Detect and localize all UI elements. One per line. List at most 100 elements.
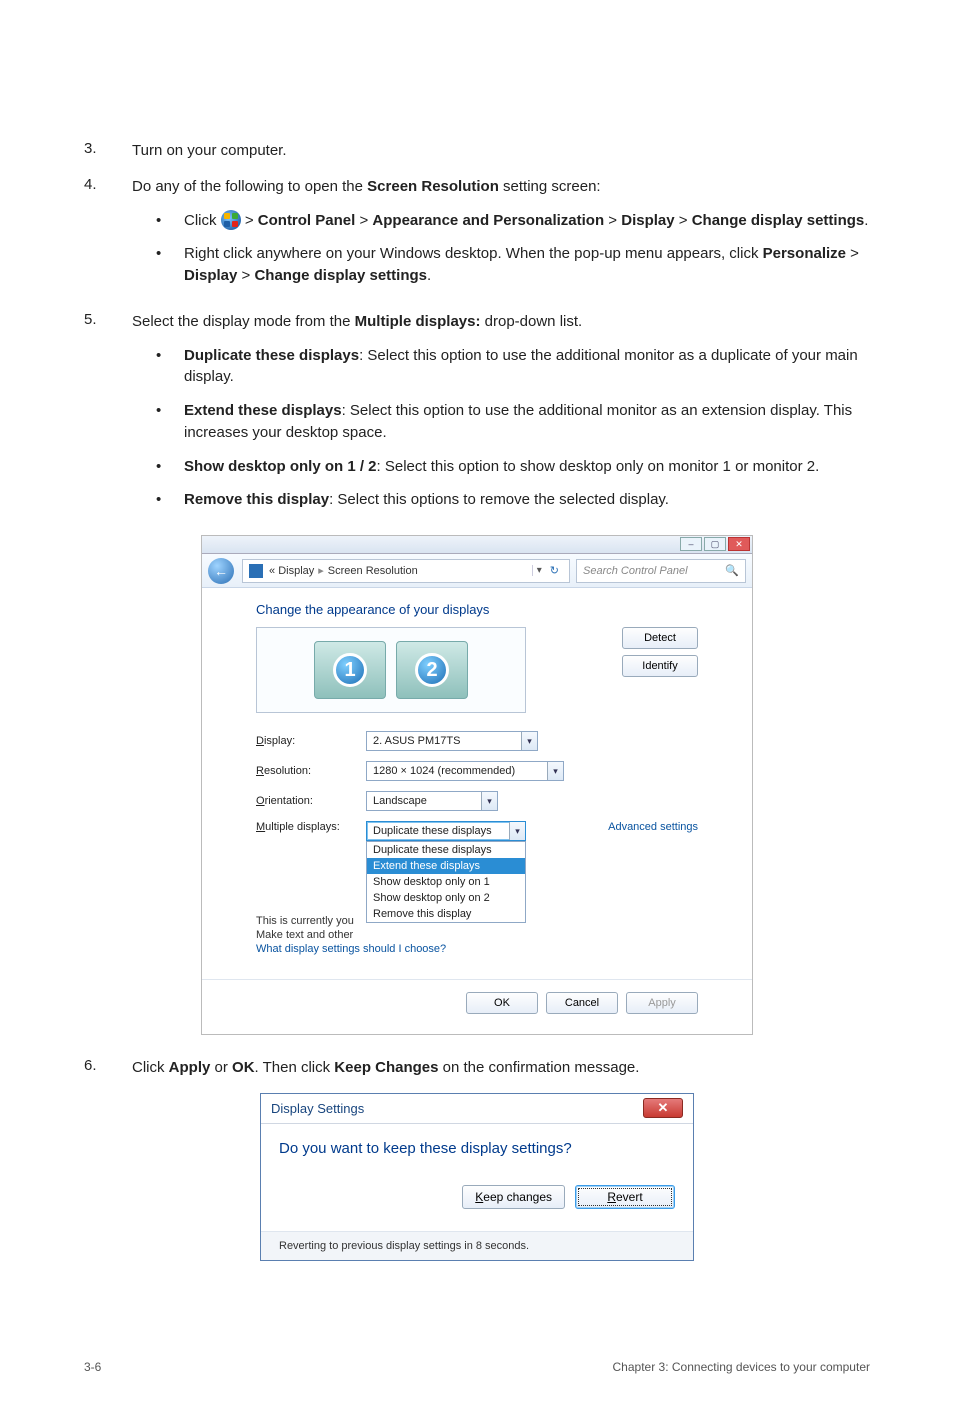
- text: R: [607, 1190, 616, 1204]
- text: or: [210, 1059, 232, 1076]
- dialog-title: Display Settings: [271, 1101, 364, 1116]
- search-icon: 🔍: [725, 564, 739, 577]
- text: : Select this options to remove the sele…: [329, 491, 669, 508]
- dialog-question: Do you want to keep these display settin…: [279, 1140, 675, 1157]
- breadcrumb-screen-resolution[interactable]: Screen Resolution: [328, 565, 418, 577]
- breadcrumb[interactable]: « Display ▸ Screen Resolution ▾ ↻: [242, 559, 570, 583]
- text: .: [864, 212, 868, 229]
- chevron-down-icon: ▾: [481, 792, 497, 810]
- text-bold: Extend these displays: [184, 402, 342, 419]
- cancel-button[interactable]: Cancel: [546, 992, 618, 1014]
- multiple-displays-select[interactable]: Duplicate these displays▾: [366, 821, 526, 841]
- mult-option-remove[interactable]: Remove this display: [367, 906, 525, 922]
- orientation-select[interactable]: Landscape ▾: [366, 791, 498, 811]
- detect-button[interactable]: Detect: [622, 627, 698, 649]
- maximize-button[interactable]: ▢: [704, 537, 726, 551]
- help-link[interactable]: What display settings should I choose?: [256, 943, 446, 955]
- text: Select the display mode from the: [132, 313, 355, 330]
- text-bold: Screen Resolution: [367, 178, 499, 195]
- bullet-mark: •: [156, 400, 184, 444]
- overlay-text-2: Make text and other: [256, 929, 353, 941]
- text: .: [427, 267, 431, 284]
- text-bold: OK: [232, 1059, 255, 1076]
- step6-num: 6.: [84, 1057, 132, 1079]
- advanced-settings-link[interactable]: Advanced settings: [608, 821, 698, 833]
- mult-option-only1[interactable]: Show desktop only on 1: [367, 874, 525, 890]
- identify-button[interactable]: Identify: [622, 655, 698, 677]
- multiple-displays-menu[interactable]: Duplicate these displays Extend these di…: [366, 841, 526, 923]
- text: >: [355, 212, 372, 229]
- breadcrumb-dropdown[interactable]: ▾: [532, 565, 546, 576]
- start-icon: [221, 210, 241, 230]
- text-bold: Keep Changes: [334, 1059, 438, 1076]
- text-bold: Appearance and Personalization: [372, 212, 604, 229]
- chevron-down-icon: ▾: [521, 732, 537, 750]
- monitor-2[interactable]: 2: [396, 641, 468, 699]
- step5-num: 5.: [84, 311, 132, 521]
- control-panel-icon: [249, 564, 263, 578]
- refresh-icon[interactable]: ↻: [546, 564, 563, 577]
- text: : Select this option to show desktop onl…: [377, 458, 820, 475]
- text: >: [604, 212, 621, 229]
- step4-bullet1: Click > Control Panel > Appearance and P…: [184, 210, 870, 232]
- resolution-value: 1280 × 1024 (recommended): [373, 765, 515, 777]
- bullet-mark: •: [156, 210, 184, 232]
- minimize-button[interactable]: –: [680, 537, 702, 551]
- text-bold: Change display settings: [692, 212, 865, 229]
- orientation-value: Landscape: [373, 795, 427, 807]
- revert-button[interactable]: Revert: [575, 1185, 675, 1209]
- text: evert: [616, 1190, 643, 1204]
- mult-option-only2[interactable]: Show desktop only on 2: [367, 890, 525, 906]
- step4-lead: Do any of the following to open the Scre…: [132, 176, 870, 198]
- multiple-displays-value: Duplicate these displays: [373, 825, 492, 837]
- display-settings-dialog: Display Settings ✕ Do you want to keep t…: [260, 1093, 694, 1261]
- text-bold: Control Panel: [258, 212, 356, 229]
- section-title: Change the appearance of your displays: [256, 602, 698, 617]
- text: eep changes: [483, 1190, 552, 1204]
- text-bold: Apply: [169, 1059, 211, 1076]
- monitor-preview[interactable]: 1 2: [256, 627, 526, 713]
- screen-resolution-window: – ▢ ✕ ← « Display ▸ Screen Resolution ▾ …: [201, 535, 753, 1035]
- text-bold: Personalize: [763, 245, 846, 262]
- text: drop-down list.: [480, 313, 582, 330]
- text-bold: Change display settings: [254, 267, 427, 284]
- step5-bullet2: Extend these displays: Select this optio…: [184, 400, 870, 444]
- keep-changes-button[interactable]: Keep changes: [462, 1185, 565, 1209]
- monitor-number-1: 1: [333, 653, 367, 687]
- text-bold: Duplicate these displays: [184, 347, 359, 364]
- resolution-label: Resolution:: [256, 765, 366, 777]
- step5-bullet1: Duplicate these displays: Select this op…: [184, 345, 870, 389]
- window-titlebar: – ▢ ✕: [202, 536, 752, 554]
- ok-button[interactable]: OK: [466, 992, 538, 1014]
- search-input[interactable]: Search Control Panel 🔍: [576, 559, 746, 583]
- breadcrumb-display[interactable]: Display: [278, 565, 314, 577]
- text: >: [241, 212, 258, 229]
- page-number: 3-6: [84, 1360, 101, 1374]
- display-select[interactable]: 2. ASUS PM17TS ▾: [366, 731, 538, 751]
- text: Do any of the following to open the: [132, 178, 367, 195]
- mult-option-extend[interactable]: Extend these displays: [367, 858, 525, 874]
- apply-button[interactable]: Apply: [626, 992, 698, 1014]
- back-button[interactable]: ←: [208, 558, 234, 584]
- bullet-mark: •: [156, 456, 184, 478]
- text-bold: Display: [621, 212, 674, 229]
- monitor-number-2: 2: [415, 653, 449, 687]
- close-button[interactable]: ✕: [728, 537, 750, 551]
- text: setting screen:: [499, 178, 601, 195]
- close-button[interactable]: ✕: [643, 1098, 683, 1118]
- bullet-mark: •: [156, 345, 184, 389]
- mult-option-duplicate[interactable]: Duplicate these displays: [367, 842, 525, 858]
- monitor-1[interactable]: 1: [314, 641, 386, 699]
- text: Right click anywhere on your Windows des…: [184, 245, 763, 262]
- text-bold: Display: [184, 267, 237, 284]
- text: >: [675, 212, 692, 229]
- chapter-title: Chapter 3: Connecting devices to your co…: [613, 1360, 870, 1374]
- step3-num: 3.: [84, 140, 132, 162]
- text-bold: Show desktop only on 1 / 2: [184, 458, 377, 475]
- resolution-select[interactable]: 1280 × 1024 (recommended)▾: [366, 761, 564, 781]
- text: Click: [184, 212, 221, 229]
- step4-num: 4.: [84, 176, 132, 297]
- display-value: 2. ASUS PM17TS: [373, 735, 460, 747]
- dialog-footer-text: Reverting to previous display settings i…: [261, 1231, 693, 1260]
- step5-lead: Select the display mode from the Multipl…: [132, 311, 870, 333]
